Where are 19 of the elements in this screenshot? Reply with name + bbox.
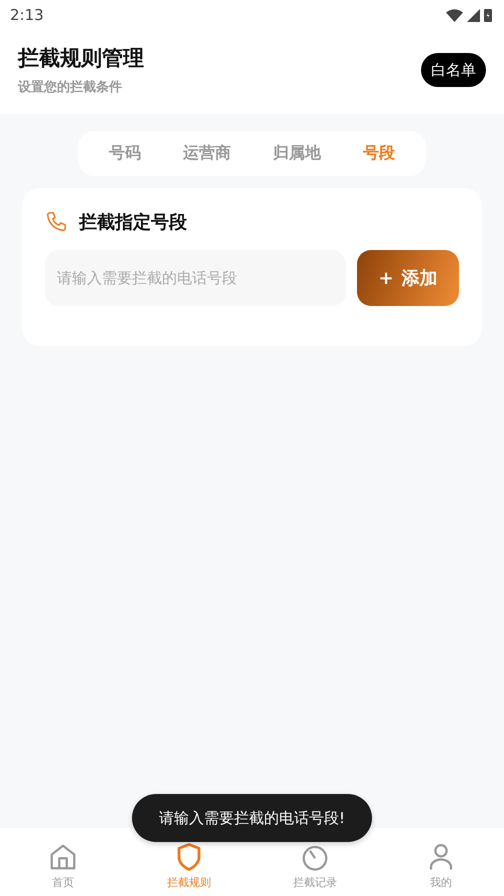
tab[interactable]: 号码 — [103, 139, 147, 168]
add-button[interactable]: + 添加 — [357, 250, 459, 306]
status-time: 2:13 — [10, 6, 44, 24]
tab[interactable]: 号段 — [357, 139, 401, 168]
whitelist-button[interactable]: 白名单 — [421, 53, 486, 87]
phone-icon — [45, 211, 67, 233]
nav-item[interactable]: 我的 — [378, 828, 504, 896]
tab[interactable]: 运营商 — [177, 139, 237, 168]
card-title: 拦截指定号段 — [79, 211, 187, 234]
tab[interactable]: 归属地 — [267, 139, 327, 168]
wifi-icon — [446, 8, 463, 22]
page-title: 拦截规则管理 — [18, 45, 144, 72]
battery-icon — [484, 8, 492, 22]
signal-icon — [467, 8, 480, 22]
page-subtitle: 设置您的拦截条件 — [18, 79, 123, 96]
number-range-input[interactable]: 请输入需要拦截的电话号段 — [45, 250, 346, 306]
home-icon — [48, 842, 78, 872]
nav-item[interactable]: 首页 — [0, 828, 126, 896]
toast-message: 请输入需要拦截的电话号段! — [132, 794, 372, 842]
